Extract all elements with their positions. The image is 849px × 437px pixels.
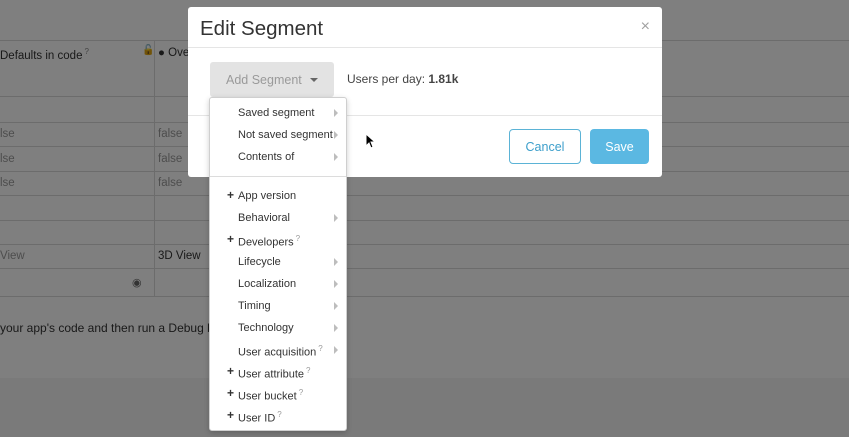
menu-item-localization[interactable]: Localization	[210, 274, 346, 294]
menu-item-user-acquisition[interactable]: User acquisition?	[210, 340, 346, 360]
chevron-right-icon	[334, 214, 338, 222]
menu-item-lifecycle[interactable]: Lifecycle	[210, 252, 346, 272]
menu-item-app-version[interactable]: + App version	[210, 186, 346, 206]
menu-item-label: Technology	[238, 322, 294, 334]
plus-icon: +	[227, 364, 235, 378]
close-icon[interactable]: ×	[641, 19, 650, 35]
help-icon[interactable]: ?	[318, 344, 322, 353]
users-per-day-value: 1.81k	[428, 72, 459, 86]
users-per-day-label: Users per day:	[347, 72, 426, 86]
add-segment-label: Add Segment	[226, 72, 302, 87]
menu-item-contents-of[interactable]: Contents of	[210, 147, 346, 167]
plus-icon: +	[227, 188, 235, 202]
menu-item-timing[interactable]: Timing	[210, 296, 346, 316]
menu-item-label: User ID?	[238, 410, 282, 425]
menu-item-user-attribute[interactable]: + User attribute?	[210, 362, 346, 382]
help-icon[interactable]: ?	[296, 234, 300, 243]
mouse-cursor-icon	[365, 133, 375, 149]
menu-item-behavioral[interactable]: Behavioral	[210, 208, 346, 228]
chevron-right-icon	[334, 280, 338, 288]
menu-item-label: Contents of	[238, 151, 295, 163]
chevron-right-icon	[334, 324, 338, 332]
menu-divider	[210, 176, 346, 177]
plus-icon: +	[227, 408, 235, 422]
menu-item-text: User bucket	[238, 390, 297, 403]
menu-item-label: App version	[238, 190, 297, 202]
chevron-right-icon	[334, 258, 338, 266]
menu-item-label: Lifecycle	[238, 256, 281, 268]
menu-item-developers[interactable]: + Developers?	[210, 230, 346, 250]
plus-icon: +	[227, 386, 235, 400]
cancel-button[interactable]: Cancel	[509, 129, 581, 164]
modal-title: Edit Segment	[200, 17, 324, 40]
menu-item-text: User acquisition	[238, 346, 317, 359]
help-icon[interactable]: ?	[277, 410, 281, 419]
users-per-day: Users per day: 1.81k	[347, 72, 458, 86]
menu-item-label: User bucket?	[238, 388, 303, 403]
add-segment-dropdown: Saved segment Not saved segment Contents…	[209, 97, 347, 431]
modal-header: Edit Segment ×	[188, 7, 662, 48]
chevron-right-icon	[334, 153, 338, 161]
chevron-right-icon	[334, 109, 338, 117]
menu-item-saved-segment[interactable]: Saved segment	[210, 103, 346, 123]
menu-item-user-bucket[interactable]: + User bucket?	[210, 384, 346, 404]
menu-item-label: Developers?	[238, 234, 300, 249]
chevron-right-icon	[334, 302, 338, 310]
menu-item-label: Saved segment	[238, 107, 315, 119]
plus-icon: +	[227, 232, 235, 246]
menu-item-label: Not saved segment	[238, 129, 333, 141]
menu-item-label: Behavioral	[238, 212, 290, 224]
menu-item-technology[interactable]: Technology	[210, 318, 346, 338]
menu-item-not-saved-segment[interactable]: Not saved segment	[210, 125, 346, 145]
menu-item-text: Developers	[238, 236, 294, 249]
menu-item-label: User acquisition?	[238, 344, 323, 359]
caret-down-icon	[310, 78, 318, 82]
menu-item-label: User attribute?	[238, 366, 310, 381]
add-segment-button[interactable]: Add Segment	[210, 62, 334, 97]
help-icon[interactable]: ?	[306, 366, 310, 375]
save-button[interactable]: Save	[590, 129, 649, 164]
chevron-right-icon	[334, 131, 338, 139]
help-icon[interactable]: ?	[299, 388, 303, 397]
menu-item-text: User ID	[238, 412, 276, 425]
chevron-right-icon	[334, 346, 338, 354]
menu-item-label: Timing	[238, 300, 271, 312]
menu-item-text: User attribute	[238, 368, 305, 381]
menu-item-user-id[interactable]: + User ID?	[210, 406, 346, 426]
menu-item-label: Localization	[238, 278, 297, 290]
